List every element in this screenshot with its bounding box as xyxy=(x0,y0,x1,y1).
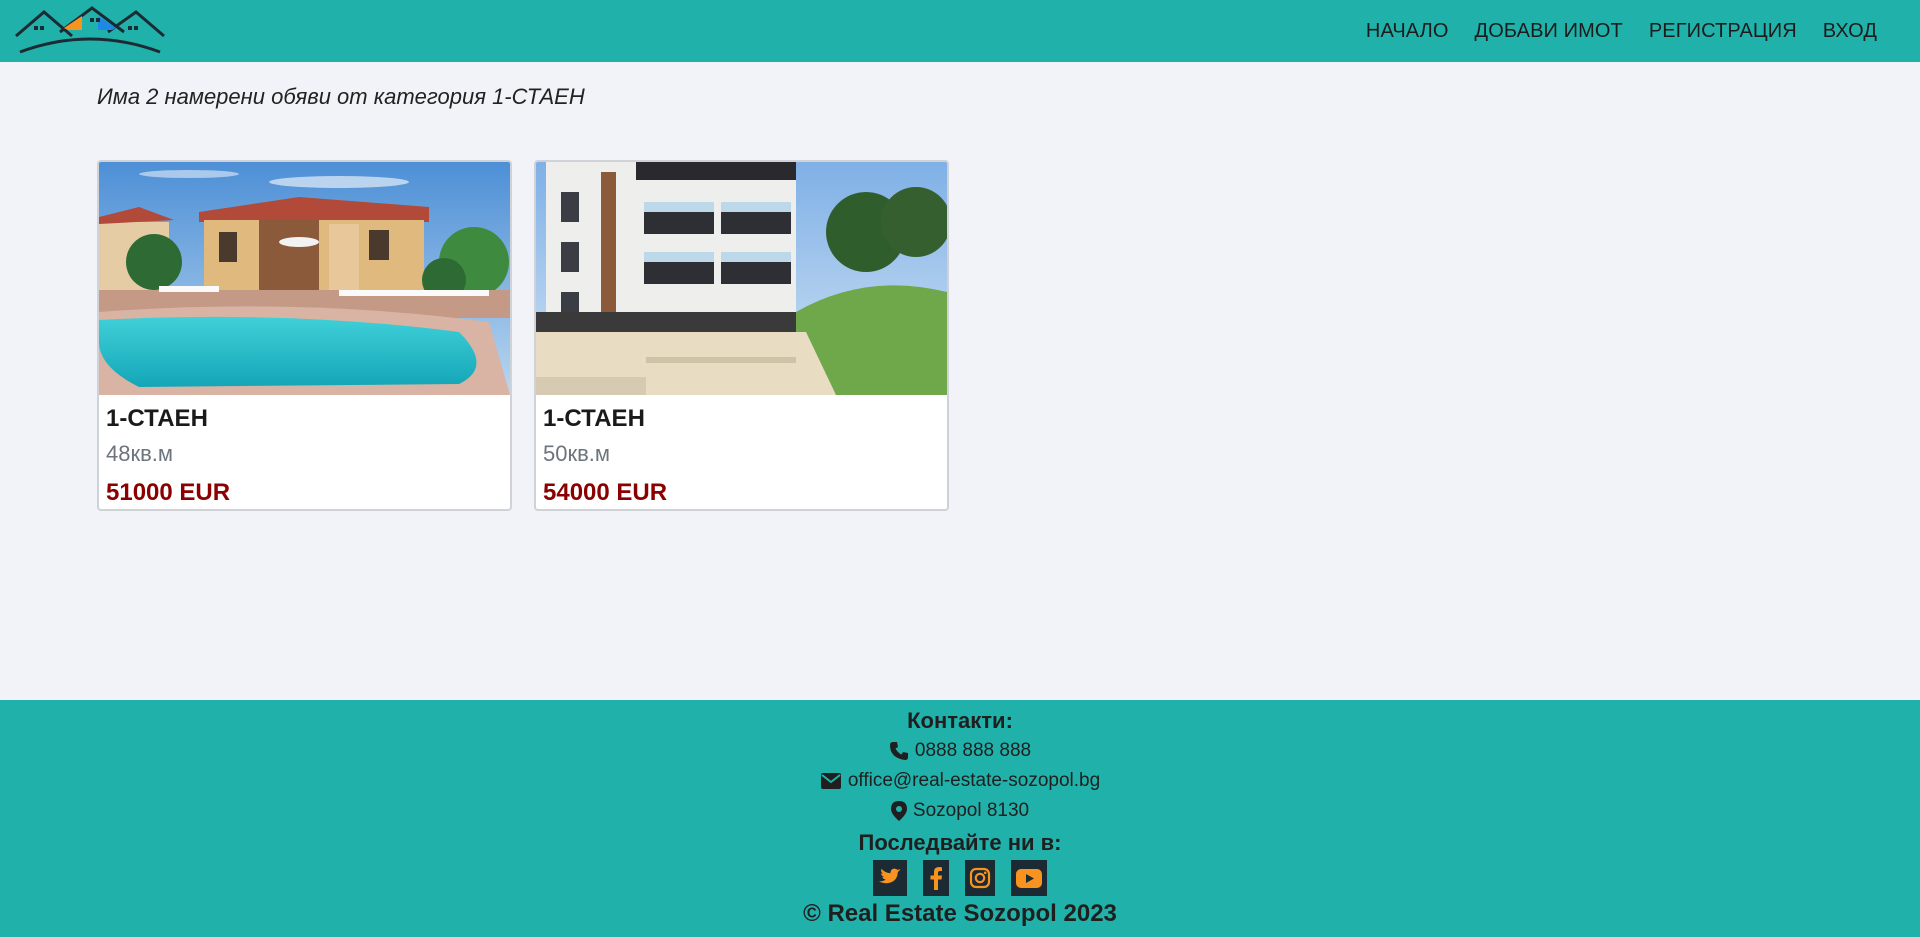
twitter-icon[interactable] xyxy=(873,860,907,896)
footer: Контакти: 0888 888 888 office@real-estat… xyxy=(0,700,1920,937)
copyright-text: © Real Estate Sozopol 2023 xyxy=(803,900,1117,927)
follow-heading: Последвайте ни в: xyxy=(858,830,1062,855)
nav-register[interactable]: РЕГИСТРАЦИЯ xyxy=(1649,20,1797,43)
address-text: Sozopol 8130 xyxy=(912,800,1030,821)
apartment-building-photo[interactable] xyxy=(536,162,947,395)
listing-area: 50кв.м xyxy=(543,441,611,466)
contact-email: office@real-estate-sozopol.bg xyxy=(0,770,1920,792)
phone-number[interactable]: 0888 888 888 xyxy=(915,740,1031,762)
instagram-icon[interactable] xyxy=(965,860,995,896)
listing-grid: 1-СТАЕН 48кв.м 51000 EUR 1-СТАЕН 50кв.м … xyxy=(97,160,971,511)
site-logo[interactable] xyxy=(12,4,166,58)
listing-price: 51000 EUR xyxy=(106,479,231,506)
facebook-icon[interactable] xyxy=(923,860,949,896)
youtube-icon[interactable] xyxy=(1011,860,1047,896)
contacts-heading: Контакти: xyxy=(907,708,1013,733)
navbar: НАЧАЛО ДОБАВИ ИМОТ РЕГИСТРАЦИЯ ВХОД xyxy=(0,0,1920,62)
listing-card-body: 1-СТАЕН 48кв.м 51000 EUR xyxy=(99,395,510,507)
listing-title[interactable]: 1-СТАЕН xyxy=(543,405,940,439)
nav-add-property[interactable]: ДОБАВИ ИМОТ xyxy=(1475,20,1623,43)
contact-phone: 0888 888 888 xyxy=(0,740,1920,762)
results-count-text: Има 2 намерени обяви от категория 1-СТАЕ… xyxy=(97,84,585,109)
email-address[interactable]: office@real-estate-sozopol.bg xyxy=(848,770,1100,792)
phone-icon xyxy=(889,742,908,760)
listing-card[interactable]: 1-СТАЕН 48кв.м 51000 EUR xyxy=(97,160,512,511)
social-links xyxy=(0,860,1920,896)
nav-login[interactable]: ВХОД xyxy=(1823,20,1877,43)
main-nav: НАЧАЛО ДОБАВИ ИМОТ РЕГИСТРАЦИЯ ВХОД xyxy=(1366,0,1877,62)
villa-with-pool-photo[interactable] xyxy=(99,162,510,395)
envelope-icon xyxy=(820,773,841,789)
listing-price: 54000 EUR xyxy=(543,479,668,506)
contact-address: Sozopol 8130 xyxy=(0,800,1920,822)
map-marker-icon xyxy=(890,801,907,821)
listing-title[interactable]: 1-СТАЕН xyxy=(106,405,503,439)
listing-area: 48кв.м xyxy=(106,441,174,466)
listing-card-body: 1-СТАЕН 50кв.м 54000 EUR xyxy=(536,395,947,507)
nav-home[interactable]: НАЧАЛО xyxy=(1366,20,1449,43)
listing-card[interactable]: 1-СТАЕН 50кв.м 54000 EUR xyxy=(534,160,949,511)
